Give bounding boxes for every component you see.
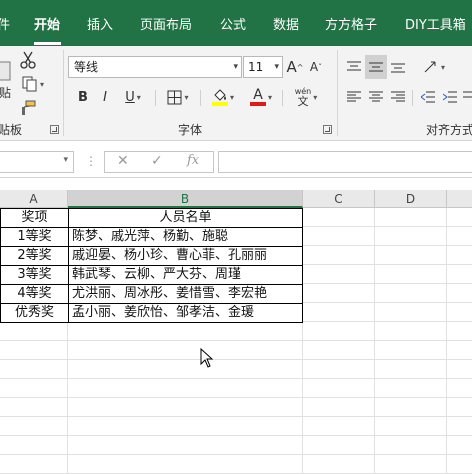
text-angle-icon — [424, 61, 436, 73]
font-group-label: 字体 — [178, 123, 203, 137]
clipboard-group-label: 贴板 — [0, 123, 23, 137]
table-row: 2等奖 戚迎晏、杨小珍、曹心菲、孔丽丽 — [0, 246, 303, 266]
award-cell[interactable]: 3等奖 — [0, 265, 69, 285]
divider — [155, 90, 156, 106]
bold-button[interactable]: B — [74, 86, 92, 108]
group-separator — [337, 50, 338, 136]
underline-button[interactable]: U ▾ — [118, 86, 148, 108]
grow-font-button[interactable]: A ^ — [286, 56, 304, 78]
ribbon-tabs: 件 开始 插入 页面布局 公式 数据 方方格子 DIY工具箱 — [0, 8, 472, 46]
wrap-text-icon[interactable] — [462, 86, 472, 108]
title-bar — [0, 0, 472, 8]
header-names-cell[interactable]: 人员名单 — [68, 208, 303, 228]
tab-page-layout[interactable]: 页面布局 — [140, 8, 192, 44]
align-left-button[interactable] — [344, 86, 364, 108]
align-right-button[interactable] — [388, 86, 408, 108]
mouse-pointer-icon — [200, 347, 214, 372]
tab-home[interactable]: 开始 — [34, 8, 60, 44]
fill-color-button[interactable]: ▾ — [206, 84, 240, 110]
italic-button[interactable]: I — [96, 86, 114, 108]
column-header-a[interactable]: A — [0, 190, 68, 208]
column-header-d[interactable]: D — [375, 190, 447, 208]
header-award-cell[interactable]: 奖项 — [0, 208, 69, 228]
worksheet-grid[interactable]: A B C D 奖项 人员名单 1等奖 陈梦、戚光萍、杨勤、施聪 2等奖 戚迎晏… — [0, 190, 472, 474]
chevron-down-icon: ▾ — [274, 62, 279, 72]
names-cell[interactable]: 韩武琴、云柳、严大芬、周瑾 — [68, 265, 303, 285]
font-color-button[interactable]: A ▾ — [244, 84, 278, 110]
column-header-b[interactable]: B — [68, 190, 303, 208]
formula-input[interactable] — [218, 151, 472, 173]
phonetic-guide-button[interactable]: wén 文 ▾ — [288, 83, 324, 111]
column-header-c[interactable]: C — [303, 190, 375, 208]
orientation-button[interactable]: ▾ — [418, 56, 450, 78]
borders-icon — [167, 90, 182, 104]
font-launcher-icon[interactable] — [323, 125, 332, 134]
divider — [200, 90, 201, 106]
clipboard-launcher-icon[interactable] — [50, 125, 59, 134]
copy-icon[interactable]: ▾ — [18, 74, 48, 94]
insert-function-icon[interactable]: fx — [187, 153, 199, 168]
increase-indent-button[interactable] — [440, 86, 460, 108]
award-cell[interactable]: 优秀奖 — [0, 303, 69, 323]
decrease-indent-button[interactable] — [418, 86, 438, 108]
highlight-swatch — [211, 101, 228, 106]
active-tab-indicator — [34, 42, 61, 45]
paste-label[interactable]: 贴 — [0, 84, 12, 100]
format-painter-icon[interactable] — [18, 98, 38, 118]
tab-insert[interactable]: 插入 — [87, 8, 113, 44]
table-header-row: 奖项 人员名单 — [0, 208, 303, 228]
align-middle-button[interactable] — [365, 55, 387, 79]
names-cell[interactable]: 孟小丽、姜欣怡、邹孝洁、金瑗 — [68, 303, 303, 323]
group-separator — [63, 50, 64, 136]
font-name-select[interactable]: 等线 ▾ — [68, 56, 242, 78]
tab-formulas[interactable]: 公式 — [220, 8, 246, 44]
column-gridline — [374, 208, 375, 474]
font-color-swatch — [249, 102, 266, 106]
formula-bar-resize-handle[interactable]: ⋮ — [85, 154, 97, 168]
table-row: 3等奖 韩武琴、云柳、严大芬、周瑾 — [0, 265, 303, 285]
tab-file[interactable]: 件 — [0, 8, 10, 44]
cut-icon[interactable] — [18, 50, 38, 70]
tab-diy-toolbox[interactable]: DIY工具箱 — [405, 8, 466, 44]
names-cell[interactable]: 尤洪丽、周冰彤、姜惜雪、李宏艳 — [68, 284, 303, 304]
names-cell[interactable]: 陈梦、戚光萍、杨勤、施聪 — [68, 227, 303, 247]
table-row: 1等奖 陈梦、戚光萍、杨勤、施聪 — [0, 227, 303, 247]
font-size-select[interactable]: 11 ▾ — [243, 56, 283, 78]
award-cell[interactable]: 1等奖 — [0, 227, 69, 247]
chevron-down-icon: ▾ — [63, 155, 68, 165]
column-gridline — [446, 208, 447, 474]
award-cell[interactable]: 2等奖 — [0, 246, 69, 266]
column-header-e[interactable] — [447, 190, 472, 208]
name-box[interactable]: ▾ — [0, 151, 74, 173]
tab-data[interactable]: 数据 — [273, 8, 299, 44]
align-bottom-button[interactable] — [388, 56, 408, 78]
enter-icon[interactable]: ✓ — [151, 153, 163, 169]
table-row: 4等奖 尤洪丽、周冰彤、姜惜雪、李宏艳 — [0, 284, 303, 304]
formula-controls: ✕ ✓ fx — [104, 151, 214, 173]
borders-button[interactable]: ▾ — [162, 86, 194, 108]
chevron-down-icon: ▾ — [233, 62, 238, 72]
ribbon: 贴 ▾ 贴板 等线▾ 11▾ A^ Aˇ B I U▾ ▾ ▾ A ▾ — [0, 46, 472, 141]
award-table: 奖项 人员名单 1等奖 陈梦、戚光萍、杨勤、施聪 2等奖 戚迎晏、杨小珍、曹心菲… — [0, 208, 303, 323]
cancel-icon[interactable]: ✕ — [117, 153, 129, 169]
paste-icon[interactable] — [0, 60, 12, 82]
align-top-button[interactable] — [344, 56, 364, 78]
divider — [282, 90, 283, 106]
align-center-button[interactable] — [366, 86, 386, 108]
table-row: 优秀奖 孟小丽、姜欣怡、邹孝洁、金瑗 — [0, 303, 303, 323]
tab-fangfang[interactable]: 方方格子 — [325, 8, 377, 44]
alignment-group-label: 对齐方式 — [426, 123, 472, 137]
names-cell[interactable]: 戚迎晏、杨小珍、曹心菲、孔丽丽 — [68, 246, 303, 266]
divider — [412, 90, 413, 106]
shrink-font-button[interactable]: Aˇ — [307, 56, 325, 78]
formula-bar: ▾ ⋮ ✕ ✓ fx — [0, 142, 472, 178]
award-cell[interactable]: 4等奖 — [0, 284, 69, 304]
paint-bucket-icon — [214, 88, 226, 101]
